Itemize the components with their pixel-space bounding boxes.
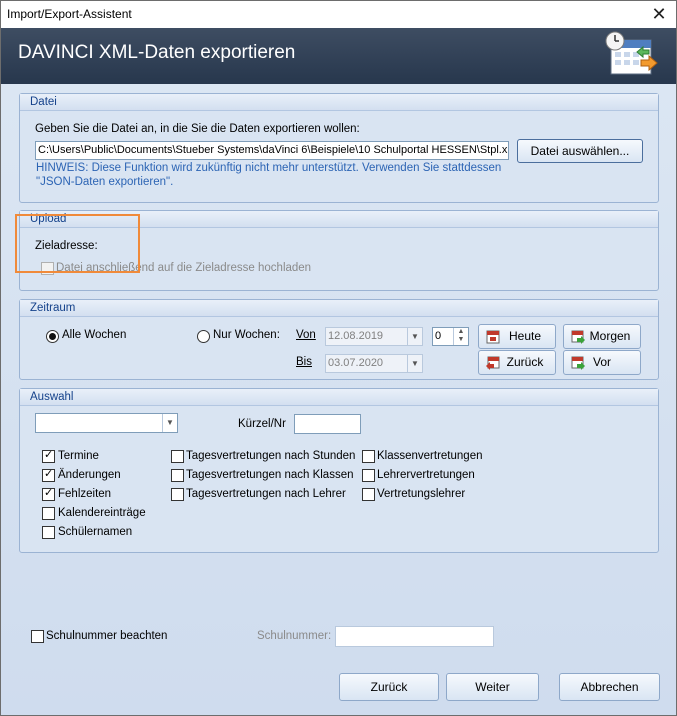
close-icon[interactable]: ✕ (648, 3, 670, 25)
deprecation-hint: HINWEIS: Diese Funktion wird zukünftig n… (36, 161, 501, 189)
calendar-icon (486, 330, 500, 344)
datei-group-title: Datei (20, 94, 658, 111)
calendar-forward-icon (571, 330, 585, 344)
cancel-button-label: Abbrechen (580, 680, 639, 694)
to-date-value: 03.07.2020 (328, 357, 384, 369)
today-button[interactable]: Heute (478, 324, 556, 349)
deprecation-hint-line1: HINWEIS: Diese Funktion wird zukünftig n… (36, 162, 502, 174)
calendar-clock-export-icon (605, 31, 658, 75)
selection-combobox[interactable] (35, 413, 178, 433)
back-week-button-label: Zurück (506, 355, 544, 369)
select-file-button-label: Datei auswählen... (530, 144, 630, 158)
checkmark-icon: ✓ (44, 449, 54, 461)
kuerzel-input[interactable] (294, 414, 361, 434)
tv-klassen-checkbox[interactable] (171, 469, 184, 482)
schuelernamen-label: Schülernamen (58, 526, 133, 538)
forward-week-button-label: Vor (592, 355, 611, 369)
calendar-next-icon (571, 356, 585, 370)
all-weeks-radio[interactable] (46, 330, 59, 343)
back-button[interactable]: Zurück (339, 673, 439, 701)
checkmark-icon: ✓ (44, 468, 54, 480)
lehrervertretungen-checkbox[interactable] (362, 469, 375, 482)
termine-label: Termine (58, 450, 99, 462)
deprecation-hint-line2: "JSON-Daten exportieren". (36, 176, 174, 188)
tv-lehrer-label: Tagesvertretungen nach Lehrer (186, 488, 346, 500)
tomorrow-button[interactable]: Morgen (563, 324, 641, 349)
fehlzeiten-label: Fehlzeiten (58, 488, 112, 500)
tv-lehrer-checkbox[interactable] (171, 488, 184, 501)
termine-checkbox[interactable]: ✓ (42, 449, 55, 463)
selection-dropdown-icon[interactable]: ▼ (162, 414, 177, 432)
back-button-label: Zurück (370, 680, 408, 694)
from-label: Von (296, 329, 316, 341)
wizard-header: DAVINCI XML-Daten exportieren (1, 28, 676, 84)
klassenvertretungen-checkbox[interactable] (362, 450, 375, 463)
cancel-button[interactable]: Abbrechen (559, 673, 660, 701)
calendar-back-icon (486, 356, 500, 370)
forward-week-button[interactable]: Vor (563, 350, 641, 375)
schulnummer-label: Schulnummer: (257, 630, 332, 642)
to-date-dropdown-icon[interactable]: ▼ (407, 355, 422, 372)
next-button[interactable]: Weiter (446, 673, 539, 701)
title-bar: Import/Export-Assistent ✕ (1, 1, 676, 28)
only-weeks-radio[interactable] (197, 330, 210, 343)
export-path-input[interactable]: C:\Users\Public\Documents\Stueber System… (35, 141, 509, 160)
weeks-stepper-value: 0 (435, 330, 442, 342)
today-button-label: Heute (508, 329, 542, 343)
page-title: DAVINCI XML-Daten exportieren (18, 42, 296, 63)
to-label: Bis (296, 356, 312, 368)
from-date-dropdown-icon[interactable]: ▼ (407, 328, 422, 345)
next-button-label: Weiter (475, 680, 510, 694)
tomorrow-button-label: Morgen (589, 329, 631, 343)
import-export-window: Import/Export-Assistent ✕ DAVINCI XML-Da… (0, 0, 677, 716)
klassenvertretungen-label: Klassenvertretungen (377, 450, 483, 462)
weeks-stepper-arrows-icon[interactable]: ▲ ▼ (453, 328, 468, 345)
tv-klassen-label: Tagesvertretungen nach Klassen (186, 469, 354, 481)
kuerzel-label: Kürzel/Nr (238, 418, 286, 430)
tv-stunden-checkbox[interactable] (171, 450, 184, 463)
lehrervertretungen-label: Lehrervertretungen (377, 469, 475, 481)
tv-stunden-label: Tagesvertretungen nach Stunden (186, 450, 356, 462)
all-weeks-label: Alle Wochen (62, 329, 127, 341)
radio-selected-dot (49, 333, 56, 340)
datei-prompt: Geben Sie die Datei an, in die Sie die D… (35, 123, 360, 135)
schulnummer-input[interactable] (335, 626, 494, 647)
vertretungslehrer-label: Vertretungslehrer (377, 488, 466, 500)
aenderungen-label: Änderungen (58, 469, 121, 481)
zeitraum-group-title: Zeitraum (20, 300, 658, 317)
vertretungslehrer-checkbox[interactable] (362, 488, 375, 501)
schuelernamen-checkbox[interactable] (42, 526, 55, 539)
aenderungen-checkbox[interactable]: ✓ (42, 468, 55, 482)
checkmark-icon: ✓ (44, 487, 54, 499)
window-title: Import/Export-Assistent (7, 7, 132, 21)
kalendereintraege-label: Kalendereinträge (58, 507, 146, 519)
from-date-value: 12.08.2019 (328, 330, 384, 342)
schulnummer-checkbox[interactable] (31, 630, 44, 643)
kalendereintraege-checkbox[interactable] (42, 507, 55, 520)
schulnummer-checkbox-label: Schulnummer beachten (46, 630, 168, 642)
select-file-button[interactable]: Datei auswählen... (517, 139, 643, 163)
fehlzeiten-checkbox[interactable]: ✓ (42, 487, 55, 501)
highlight-frame (15, 214, 140, 273)
auswahl-group-title: Auswahl (20, 389, 658, 406)
only-weeks-label: Nur Wochen: (213, 329, 280, 341)
back-week-button[interactable]: Zurück (478, 350, 556, 375)
